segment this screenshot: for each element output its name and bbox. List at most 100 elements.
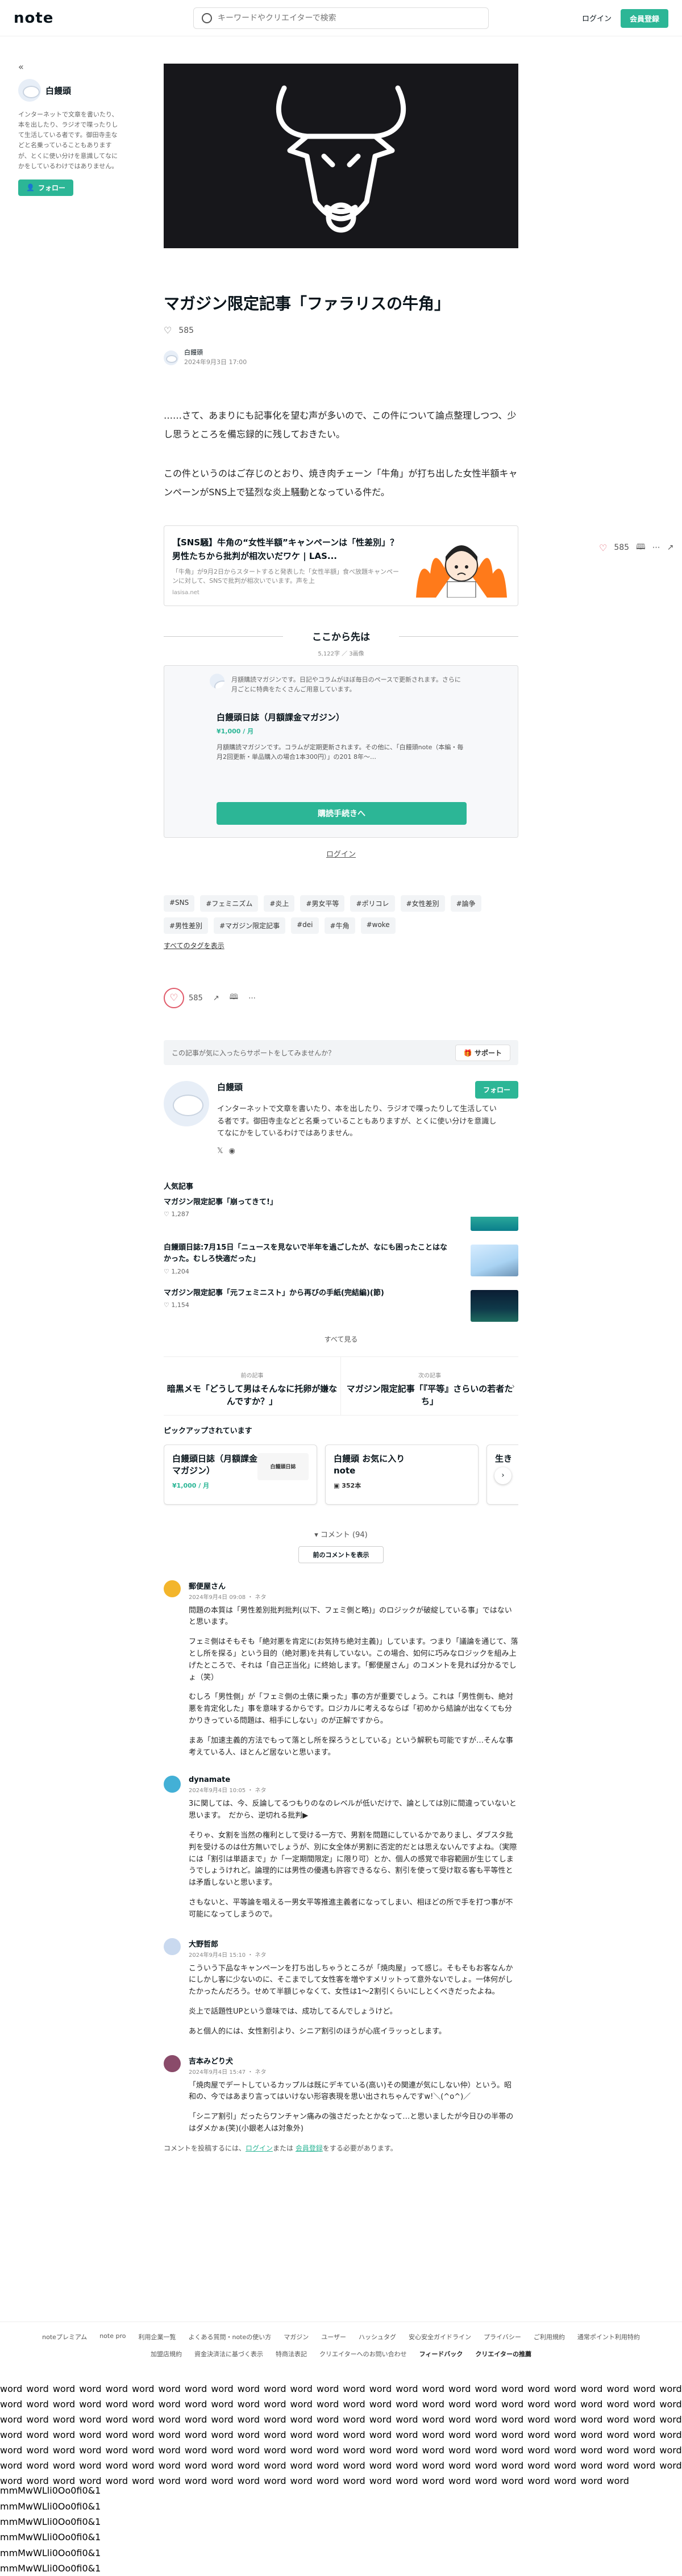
collapse-icon[interactable]: « bbox=[18, 61, 120, 72]
comment: dynamate 2024年9月4日 10:05 ・ ネタ 3に関しては、今、反… bbox=[164, 1776, 518, 1920]
footer-link[interactable]: 利用企業一覧 bbox=[138, 2332, 176, 2341]
search-box[interactable] bbox=[193, 7, 489, 29]
heart-icon[interactable]: ♡ bbox=[164, 988, 184, 1009]
chevron-right-icon[interactable]: › bbox=[494, 1467, 512, 1484]
sidebar-author-name[interactable]: 白饅頭 bbox=[45, 85, 71, 97]
note-logo[interactable]: note bbox=[14, 10, 53, 27]
footer-link[interactable]: よくある質問・noteの使い方 bbox=[188, 2332, 271, 2341]
footer-link[interactable]: クリエイターへのお問い合わせ bbox=[319, 2349, 407, 2358]
tag[interactable]: #dei bbox=[291, 917, 319, 934]
footer-link[interactable]: noteプレミアム bbox=[42, 2332, 87, 2341]
footer-link[interactable]: ご利用規約 bbox=[534, 2332, 565, 2341]
chevron-left-icon[interactable]: ‹ bbox=[167, 1382, 170, 1391]
tag[interactable]: #woke bbox=[360, 917, 396, 934]
login-link[interactable]: ログイン bbox=[582, 12, 612, 23]
footer-link[interactable]: ハッシュタグ bbox=[359, 2332, 396, 2341]
avatar[interactable] bbox=[164, 1081, 209, 1127]
tag[interactable]: #男女平等 bbox=[300, 895, 345, 912]
tag[interactable]: #フェミニズム bbox=[200, 895, 259, 912]
more-icon[interactable]: ⋯ bbox=[652, 543, 660, 552]
bookmark-icon[interactable]: 🕮 bbox=[230, 992, 238, 1004]
rss-icon[interactable]: ◉ bbox=[228, 1147, 240, 1155]
footer-link[interactable]: マガジン bbox=[284, 2332, 309, 2341]
magazine-price: ¥1,000 / 月 bbox=[217, 728, 254, 736]
comment-date: 2024年9月4日 10:05 ・ ネタ bbox=[189, 1788, 267, 1794]
comment-login-note: コメントを投稿するには、ログインまたは 会員登録をする必要があります。 bbox=[164, 2144, 397, 2152]
avatar[interactable] bbox=[164, 2055, 181, 2072]
bookmark-icon[interactable]: 🕮 bbox=[636, 541, 646, 554]
footer-link[interactable]: プライバシー bbox=[484, 2332, 521, 2341]
tag[interactable]: #男性差別 bbox=[164, 917, 209, 934]
avatar[interactable] bbox=[164, 350, 178, 365]
list-item[interactable]: マガジン限定記事「元フェミニスト」から再びの手紙(完結編)(節) ♡ 1,154 bbox=[164, 1288, 518, 1327]
share-icon[interactable]: ↗ bbox=[213, 994, 219, 1003]
prev-article-link[interactable]: 前の記事 暗黒メモ「どうして男はそんなに托卵が嫌なんですか？」 bbox=[164, 1356, 341, 1415]
filler-line: mmMwWLli0Oo0fi0&1 bbox=[0, 2532, 101, 2542]
chevron-right-icon[interactable]: › bbox=[512, 1382, 515, 1391]
comment-register-link[interactable]: 会員登録 bbox=[296, 2144, 323, 2152]
site-header: note ログイン 会員登録 bbox=[0, 0, 682, 36]
tag[interactable]: #マガジン限定記事 bbox=[214, 917, 286, 934]
footer-link[interactable]: 特商法表記 bbox=[276, 2349, 307, 2358]
comment-author[interactable]: 大野哲郎 bbox=[189, 1938, 518, 1949]
register-button[interactable]: 会員登録 bbox=[620, 9, 668, 28]
heart-icon[interactable]: ♡ bbox=[164, 325, 172, 336]
footer-link[interactable]: 通常ポイント利用特約 bbox=[577, 2332, 640, 2341]
magazine-card[interactable]: 白饅頭日誌（月額課金マガジン） ¥1,000 / 月 月額購読マガジンです。コラ… bbox=[217, 711, 467, 762]
avatar[interactable] bbox=[164, 1776, 181, 1793]
sidebar-user[interactable]: 白饅頭 bbox=[18, 79, 120, 102]
sidebar-follow-label: フォロー bbox=[38, 183, 65, 192]
creator-follow-button[interactable]: フォロー bbox=[475, 1081, 518, 1099]
comment-author[interactable]: dynamate bbox=[189, 1776, 518, 1784]
footer-links-row: 加盟店規約 資金決済法に基づく表示 特商法表記 クリエイターへのお問い合わせ フィードバ… bbox=[0, 2349, 682, 2358]
subscribe-button[interactable]: 購読手続きへ bbox=[217, 802, 467, 825]
tag[interactable]: #炎上 bbox=[264, 895, 295, 912]
comment-author[interactable]: 郵便屋さん bbox=[189, 1580, 518, 1591]
tag[interactable]: #牛角 bbox=[324, 917, 355, 934]
x-icon[interactable]: 𝕏 bbox=[217, 1147, 228, 1155]
footer-link[interactable]: クリエイターの推薦 bbox=[475, 2349, 531, 2358]
comment-login-link[interactable]: ログイン bbox=[246, 2144, 273, 2152]
comment-body: 問題の本質は「男性差別批判批判(以下、フェミ側と略)」のロジックが破綻している事… bbox=[189, 1606, 518, 1757]
author-name[interactable]: 白饅頭 bbox=[184, 348, 247, 358]
paywall-title: ここから先は bbox=[164, 629, 518, 643]
see-all-link[interactable]: すべて見る bbox=[164, 1334, 518, 1344]
comment-body: 3に関しては、今、反論してるつもりのなのレベルが低いだけで、論としては別に間違っ… bbox=[189, 1800, 517, 1919]
share-icon[interactable]: ↗ bbox=[667, 543, 674, 552]
footer-link[interactable]: 加盟店規約 bbox=[151, 2349, 182, 2358]
tag[interactable]: #SNS bbox=[164, 895, 195, 912]
paywall-login-link[interactable]: ログイン bbox=[164, 848, 518, 859]
list-item[interactable]: 白饅頭日誌:7月15日「ニュースを見ないで半年を過ごしたが、なにも困ったことはな… bbox=[164, 1242, 518, 1282]
pickup-card[interactable]: 白饅頭日誌（月額課金マガジン） ¥1,000 / 月 白饅頭日誌 bbox=[164, 1444, 317, 1505]
support-button[interactable]: 🎁 サポート bbox=[455, 1044, 510, 1061]
paywall-note: 月額購読マガジンです。日記やコラムがほぼ毎日のペースで更新されます。さらに月ごと… bbox=[231, 676, 461, 694]
all-tags-link[interactable]: すべてのタグを表示 bbox=[164, 941, 518, 950]
support-bar: この記事が気に入ったらサポートをしてみませんか？ 🎁 サポート bbox=[164, 1040, 518, 1066]
footer-link[interactable]: ユーザー bbox=[321, 2332, 346, 2341]
comment-author[interactable]: 吉本みどり犬 bbox=[189, 2055, 518, 2066]
search-input[interactable] bbox=[218, 14, 480, 23]
heart-icon[interactable]: ♡ bbox=[599, 542, 607, 553]
footer-link[interactable]: note pro bbox=[99, 2332, 126, 2341]
creator-name[interactable]: 白饅頭 bbox=[217, 1081, 501, 1093]
footer-link[interactable]: 資金決済法に基づく表示 bbox=[194, 2349, 263, 2358]
pickup-card[interactable]: 白饅頭 お気に入りnote ▣ 352本 bbox=[325, 1444, 479, 1505]
pickup-card-title: 白饅頭 お気に入りnote bbox=[334, 1453, 405, 1476]
footer-link[interactable]: 安心安全ガイドライン bbox=[409, 2332, 471, 2341]
paragraph: この件というのはご存じのとおり、焼き肉チェーン「牛角」が打ち出した女性半額キャン… bbox=[164, 467, 518, 498]
tag[interactable]: #女性差別 bbox=[400, 895, 445, 912]
embed-card[interactable]: 【SNS騒】牛角の“女性半額”キャンペーンは「性差別」？ 男性たちから批判が相次… bbox=[164, 525, 518, 607]
pickup-card-thumb bbox=[419, 1452, 470, 1480]
comment-date: 2024年9月4日 15:10 ・ ネタ bbox=[189, 1952, 267, 1959]
prev-comments-button[interactable]: 前のコメントを表示 bbox=[298, 1546, 384, 1563]
tag[interactable]: #論争 bbox=[450, 895, 481, 912]
tag[interactable]: #ポリコレ bbox=[350, 895, 395, 912]
footer-link[interactable]: フィードバック bbox=[419, 2349, 463, 2358]
avatar[interactable] bbox=[164, 1938, 181, 1955]
avatar[interactable] bbox=[164, 1580, 181, 1597]
comments-header[interactable]: ▾ コメント (94) bbox=[164, 1529, 518, 1539]
sidebar-follow-button[interactable]: 👤 フォロー bbox=[18, 179, 73, 196]
more-icon[interactable]: ⋯ bbox=[248, 994, 256, 1003]
list-item[interactable]: マガジン限定記事「崩ってきて!」 ♡ 1,287 bbox=[164, 1197, 518, 1237]
next-article-link[interactable]: 次の記事 マガジン限定記事「『平等』さらいの若者たち」 bbox=[341, 1357, 518, 1415]
